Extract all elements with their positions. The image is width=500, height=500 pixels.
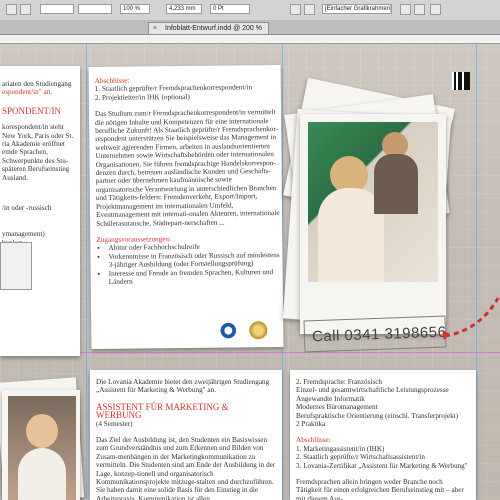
- frame-fit-icon[interactable]: [430, 4, 441, 15]
- text-line: ariaten den Studiengang: [2, 80, 72, 88]
- text-line: espondent/in" an.: [2, 88, 53, 97]
- body-paragraph: Das Ziel der Ausbildung ist, den Student…: [96, 436, 276, 500]
- horizontal-ruler[interactable]: [0, 35, 500, 44]
- teacher-body: [374, 154, 418, 214]
- list-item: Berufspraktische Orientierung (einschl. …: [296, 411, 459, 420]
- size-field[interactable]: 4,233 mm: [166, 4, 202, 14]
- text-line: emde Sprachen,: [2, 148, 48, 157]
- body-paragraph: Fremdsprachen allein bringen weder Branc…: [296, 478, 464, 500]
- document-tabbar: × Infoblatt-Entwurf.indd @ 200 %: [0, 20, 500, 35]
- abschluesse-heading: Abschlüsse:: [296, 436, 331, 445]
- arrow-decoration: [442, 297, 500, 340]
- qr-code-icon: [452, 72, 470, 90]
- list-item: 2. Fremdsprache: Französisch: [296, 378, 383, 386]
- certification-badge-icon: [219, 321, 238, 340]
- fill-swatch-icon[interactable]: [290, 4, 301, 15]
- align-icon[interactable]: [400, 4, 411, 15]
- stroke-swatch-icon[interactable]: [304, 4, 315, 15]
- list-item: Vorkenntnisse in Französisch oder Russis…: [108, 251, 280, 270]
- page-mid-top[interactable]: Abschlüsse: 1. Staatlich geprüfte/r Frem…: [88, 65, 284, 349]
- list-item: Einzel- und gesamtwirtschaftliche Leistu…: [296, 386, 449, 395]
- page-right-bottom[interactable]: 2. Fremdsprache: Französisch Einzel- und…: [290, 370, 476, 500]
- text-line: Schwerpunkte des Stu-: [2, 156, 69, 165]
- section-heading: SPONDENT/IN: [2, 105, 62, 116]
- portrait-shirt: [18, 448, 66, 500]
- list-item: 1. Marketingassistent/in (IHK): [296, 444, 385, 453]
- guide-line[interactable]: [86, 44, 87, 500]
- text-line: Ausland.: [2, 173, 28, 182]
- page-text: Die Lovania Akademie bietet den zweijähr…: [96, 378, 276, 500]
- text-line: /in oder -russisch: [2, 204, 52, 213]
- document-tab[interactable]: × Infoblatt-Entwurf.indd @ 200 %: [148, 22, 269, 34]
- list-item: Interesse und Freude an fremden Sprachen…: [109, 268, 281, 287]
- seal-badge-icon: [249, 321, 268, 340]
- y-position-field[interactable]: [78, 4, 112, 14]
- text-line: New York, Paris oder St.: [2, 131, 74, 140]
- portrait-photo: [8, 396, 76, 500]
- direct-selection-icon[interactable]: [20, 4, 31, 15]
- subheading: (4 Semester): [96, 419, 133, 428]
- section-heading: ASSISTENT FÜR MARKETING & WERBUNG: [96, 401, 229, 421]
- object-style-field[interactable]: [Einfacher Grafikrahmen]: [322, 4, 392, 14]
- list-item: Angewandte Informatik: [296, 394, 365, 403]
- x-position-field[interactable]: [40, 4, 74, 14]
- page-left-top[interactable]: ariaten den Studiengang espondent/in" an…: [0, 66, 80, 356]
- list-item: 2. Staatlich geprüfte/r Wirtschaftsassis…: [296, 453, 425, 462]
- body-paragraph: Das Studium zum/r Fremdsprachenkorrespon…: [94, 108, 280, 228]
- portrait-face: [26, 414, 58, 448]
- tab-title: Infoblatt-Entwurf.indd @ 200 %: [165, 25, 262, 32]
- page-text: Abschlüsse: 1. Staatlich geprüfte/r Frem…: [95, 75, 281, 286]
- text-line: ymanagement): [2, 230, 45, 239]
- text-line: späteren Berufseinstieg: [2, 165, 70, 174]
- text-line: ria Akademie eröffnet: [2, 140, 65, 149]
- selection-tool-icon[interactable]: [6, 4, 17, 15]
- intro-text: Die Lovania Akademie bietet den zweijähr…: [96, 378, 270, 395]
- table-thumbnail: [0, 242, 32, 290]
- main-photo-frame[interactable]: [300, 114, 446, 334]
- portrait-photo-frame[interactable]: [2, 390, 80, 500]
- control-panel: 100 % 4,233 mm 0 Pt [Einfacher Grafikrah…: [0, 0, 500, 21]
- list-item: Modernes Büromanagement: [296, 403, 378, 412]
- guide-line[interactable]: [476, 44, 477, 500]
- close-icon[interactable]: ×: [153, 25, 160, 32]
- list-item: 3. Lovania-Zertifikat „Assistent für Mar…: [296, 461, 468, 470]
- stroke-field[interactable]: 0 Pt: [210, 4, 250, 14]
- classroom-photo: [308, 122, 438, 282]
- distribute-icon[interactable]: [414, 4, 425, 15]
- list-item: 2 Praktika: [296, 420, 326, 429]
- percent-field[interactable]: 100 %: [120, 4, 150, 14]
- page-mid-bottom[interactable]: Die Lovania Akademie bietet den zweijähr…: [90, 370, 282, 500]
- page-text: 2. Fremdsprache: Französisch Einzel- und…: [296, 378, 468, 500]
- canvas[interactable]: ariaten den Studiengang espondent/in" an…: [0, 44, 500, 500]
- text-line: korespondent/in steht: [2, 123, 64, 132]
- list-item: 2. Projektleiter/in IHK (optional): [94, 92, 190, 102]
